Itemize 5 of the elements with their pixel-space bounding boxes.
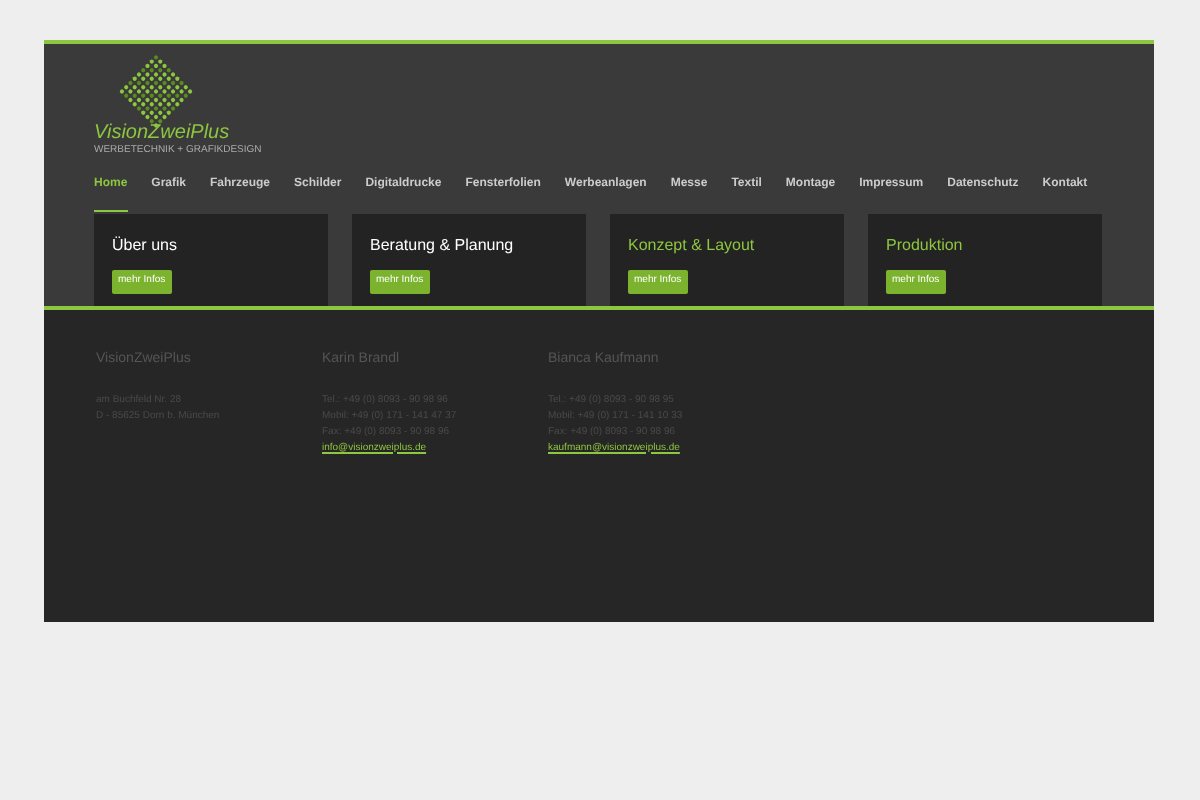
card-title: Konzept & Layout (628, 234, 755, 258)
card-title: Produktion (886, 234, 963, 258)
card-title: Über uns (112, 234, 177, 258)
logo-name: VisionZweiPlus (94, 124, 230, 144)
card-title: Beratung & Planung (370, 234, 514, 258)
